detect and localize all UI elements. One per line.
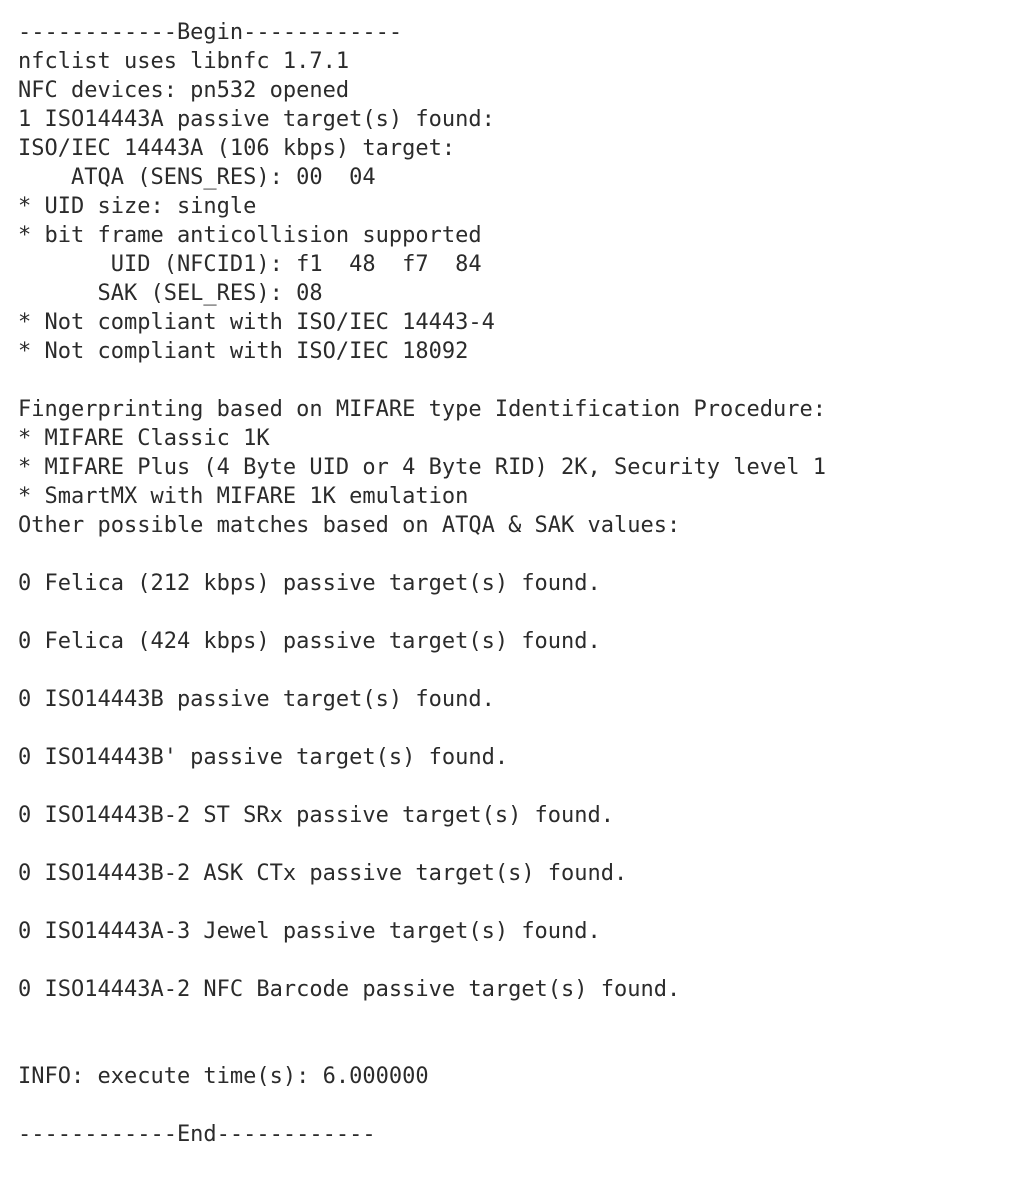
- result-iso14443a3-jewel: 0 ISO14443A-3 Jewel passive target(s) fo…: [18, 919, 601, 944]
- bitframe-line: * bit frame anticollision supported: [18, 223, 482, 248]
- begin-marker: ------------Begin------------: [18, 20, 402, 45]
- result-iso14443b-prime: 0 ISO14443B' passive target(s) found.: [18, 745, 508, 770]
- noncompliant-18092: * Not compliant with ISO/IEC 18092: [18, 339, 468, 364]
- result-iso14443b2-srx: 0 ISO14443B-2 ST SRx passive target(s) f…: [18, 803, 614, 828]
- info-execute-time: INFO: execute time(s): 6.000000: [18, 1064, 429, 1089]
- nfc-device-line: NFC devices: pn532 opened: [18, 78, 349, 103]
- terminal-output: ------------Begin------------ nfclist us…: [0, 0, 1023, 1149]
- sak-line: SAK (SEL_RES): 08: [18, 281, 323, 306]
- fingerprint-mifare-classic: * MIFARE Classic 1K: [18, 426, 270, 451]
- targets-found-header: 1 ISO14443A passive target(s) found:: [18, 107, 495, 132]
- fingerprint-smartmx: * SmartMX with MIFARE 1K emulation: [18, 484, 468, 509]
- noncompliant-14443-4: * Not compliant with ISO/IEC 14443-4: [18, 310, 495, 335]
- libnfc-version-line: nfclist uses libnfc 1.7.1: [18, 49, 349, 74]
- uid-line: UID (NFCID1): f1 48 f7 84: [18, 252, 482, 277]
- atqa-line: ATQA (SENS_RES): 00 04: [18, 165, 376, 190]
- result-iso14443b: 0 ISO14443B passive target(s) found.: [18, 687, 495, 712]
- other-matches-header: Other possible matches based on ATQA & S…: [18, 513, 680, 538]
- end-marker: ------------End------------: [18, 1122, 376, 1147]
- result-felica-424: 0 Felica (424 kbps) passive target(s) fo…: [18, 629, 601, 654]
- result-iso14443a2-barcode: 0 ISO14443A-2 NFC Barcode passive target…: [18, 977, 680, 1002]
- result-iso14443b2-ctx: 0 ISO14443B-2 ASK CTx passive target(s) …: [18, 861, 627, 886]
- fingerprint-mifare-plus: * MIFARE Plus (4 Byte UID or 4 Byte RID)…: [18, 455, 826, 480]
- target-protocol-header: ISO/IEC 14443A (106 kbps) target:: [18, 136, 455, 161]
- result-felica-212: 0 Felica (212 kbps) passive target(s) fo…: [18, 571, 601, 596]
- uid-size-line: * UID size: single: [18, 194, 256, 219]
- fingerprint-header: Fingerprinting based on MIFARE type Iden…: [18, 397, 826, 422]
